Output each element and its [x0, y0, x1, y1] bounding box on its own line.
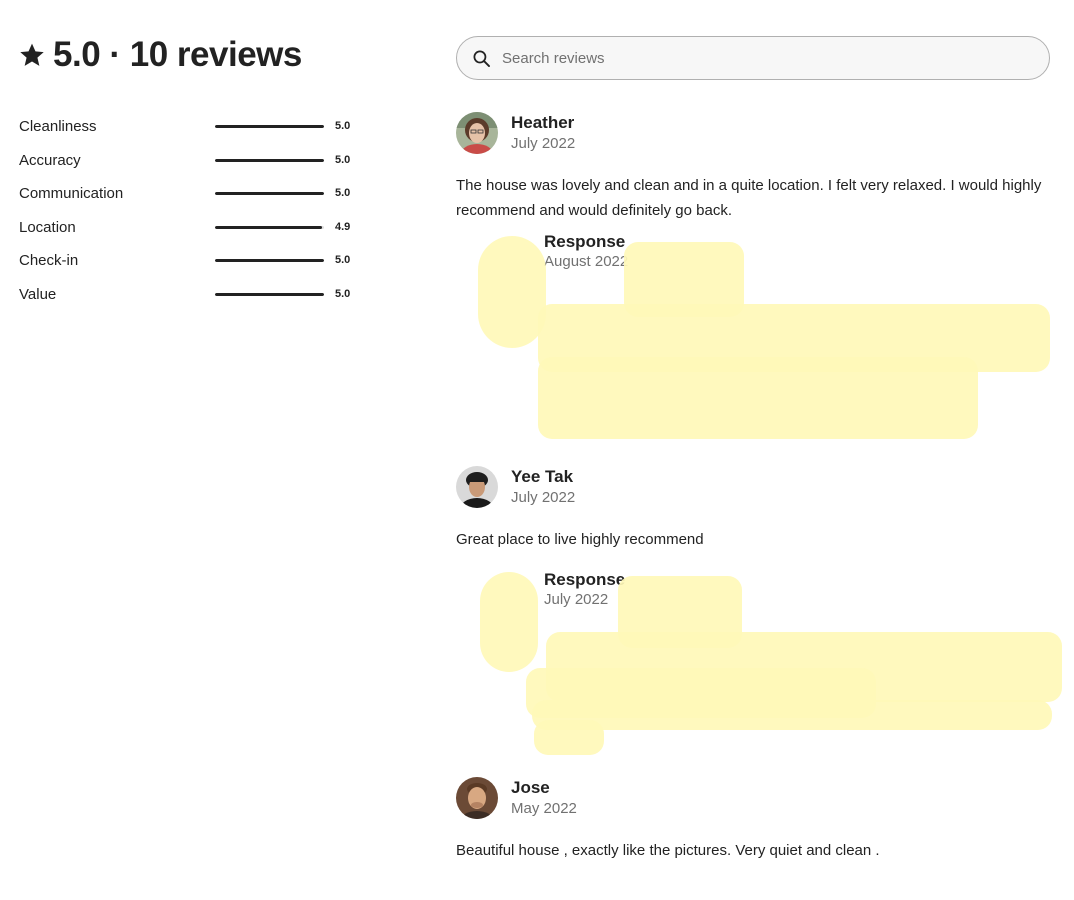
review-item: Yee Tak July 2022 Great place to live hi… — [456, 466, 1056, 556]
redaction-mark — [480, 572, 538, 672]
reviewer-name: Jose — [511, 778, 550, 797]
redaction-mark — [534, 720, 604, 755]
category-label: Check-in — [19, 251, 79, 269]
review-text: Beautiful house , exactly like the pictu… — [456, 842, 880, 859]
category-bar-fill — [215, 158, 324, 162]
reviewer-name: Heather — [511, 113, 575, 132]
category-label: Communication — [19, 184, 124, 202]
category-row-accuracy: Accuracy 5.0 — [19, 149, 359, 171]
search-input[interactable] — [500, 48, 1024, 68]
category-bar — [215, 292, 324, 296]
category-bar-fill — [215, 258, 324, 262]
review-text: Great place to live highly recommend — [456, 531, 704, 548]
review-date: July 2022 — [511, 489, 576, 506]
rating-header: 5.0 · 10 reviews — [19, 30, 302, 80]
review-item: Heather July 2022 The house was lovely a… — [456, 112, 1056, 222]
review-text: The house was lovely and clean and in a … — [456, 177, 1042, 219]
category-score: 5.0 — [335, 120, 351, 132]
star-icon — [20, 43, 44, 66]
search-box[interactable] — [456, 36, 1050, 80]
category-bar-fill — [215, 292, 324, 296]
response-title: Response — [544, 570, 626, 589]
category-row-location: Location 4.9 — [19, 216, 359, 238]
redaction-mark — [478, 236, 546, 348]
host-response: Response August 2022 — [456, 232, 1066, 447]
redaction-mark — [532, 700, 1052, 730]
response-date: July 2022 — [544, 591, 609, 608]
category-label: Cleanliness — [19, 117, 97, 135]
category-bar — [215, 225, 324, 229]
response-title: Response — [544, 232, 626, 251]
category-row-communication: Communication 5.0 — [19, 182, 359, 204]
rating-title: 5.0 · 10 reviews — [53, 35, 302, 74]
review-item: Jose May 2022 Beautiful house , exactly … — [456, 777, 1056, 867]
avatar[interactable] — [456, 466, 498, 508]
search-icon — [473, 50, 490, 67]
category-bar — [215, 258, 324, 262]
response-date: August 2022 — [544, 253, 629, 270]
category-score: 5.0 — [335, 154, 351, 166]
rating-summary: 5.0 · 10 reviews Cleanliness 5.0 Accurac… — [19, 0, 399, 900]
review-date: May 2022 — [511, 800, 577, 817]
category-score: 5.0 — [335, 254, 351, 266]
category-label: Location — [19, 218, 76, 236]
category-row-value: Value 5.0 — [19, 283, 359, 305]
category-score: 4.9 — [335, 221, 351, 233]
redaction-mark — [538, 357, 978, 439]
category-bar — [215, 124, 324, 128]
avatar[interactable] — [456, 777, 498, 819]
category-score: 5.0 — [335, 187, 351, 199]
category-row-cleanliness: Cleanliness 5.0 — [19, 115, 359, 137]
category-bar — [215, 158, 324, 162]
review-date: July 2022 — [511, 135, 576, 152]
category-bar — [215, 191, 324, 195]
category-bar-fill — [215, 124, 324, 128]
category-score: 5.0 — [335, 288, 351, 300]
category-bar-fill — [215, 225, 322, 229]
category-bar-fill — [215, 191, 324, 195]
host-response: Response July 2022 — [456, 570, 1066, 760]
reviewer-name: Yee Tak — [511, 467, 574, 486]
category-label: Value — [19, 285, 57, 303]
category-label: Accuracy — [19, 151, 81, 169]
avatar[interactable] — [456, 112, 498, 154]
category-row-check-in: Check-in 5.0 — [19, 249, 359, 271]
